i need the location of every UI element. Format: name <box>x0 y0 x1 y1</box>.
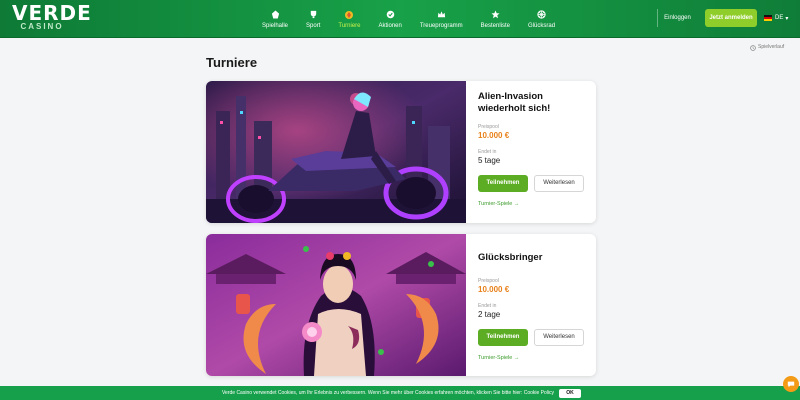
register-button[interactable]: Jetzt anmelden <box>705 9 757 27</box>
nav-label: Spielhalle <box>262 22 289 29</box>
tournament-title: Glücksbringer <box>478 252 543 263</box>
language-selector[interactable]: DE ▾ <box>764 12 788 24</box>
prize-pool-label: Preispool <box>478 124 499 130</box>
ends-in-label: Endet in <box>478 303 497 309</box>
tournament-games-link[interactable]: Turnier-Spiele → <box>478 201 519 207</box>
verde-casino-logo[interactable]: VERDE CASINO <box>12 1 92 34</box>
nav-label: Bestenliste <box>480 22 511 29</box>
ends-in-value: 5 tage <box>478 156 501 165</box>
live-chat-button[interactable] <box>783 376 799 392</box>
nav-label: Sport <box>306 22 321 29</box>
prize-pool-value: 10.000 € <box>478 131 510 140</box>
logo-subtitle: CASINO <box>20 22 64 31</box>
nav-item-treueprogramm[interactable]: Treueprogramm <box>420 6 463 34</box>
nav-item-sport[interactable]: Sport <box>306 6 320 34</box>
logo-wordmark: VERDE <box>12 1 92 25</box>
ends-in-label: Endet in <box>478 149 497 155</box>
join-button[interactable]: Teilnehmen <box>478 175 528 192</box>
top-header: VERDE CASINO Spielhalle Sport Turniere A… <box>0 0 800 38</box>
nav-item-bestenliste[interactable]: Bestenliste <box>481 6 510 34</box>
clock-icon <box>750 38 756 56</box>
tournament-info: Alien-Invasion wiederholt sich! Preispoo… <box>478 81 590 223</box>
read-more-button[interactable]: Weiterlesen <box>534 175 584 192</box>
tournament-info: Glücksbringer Preispool 10.000 € Endet i… <box>478 234 590 376</box>
tournament-banner-image[interactable] <box>206 234 466 376</box>
language-label: DE <box>775 15 784 21</box>
page-title: Turniere <box>206 55 258 70</box>
nav-item-spielhalle[interactable]: Spielhalle <box>262 6 288 34</box>
nav-item-aktionen[interactable]: Aktionen <box>379 6 402 34</box>
nav-label: Treueprogramm <box>419 22 463 29</box>
star-icon <box>490 10 500 20</box>
gift-icon <box>385 10 395 20</box>
crown-icon <box>436 10 446 20</box>
game-history-link[interactable]: Spielverlauf <box>750 42 784 52</box>
tournament-card: Glücksbringer Preispool 10.000 € Endet i… <box>206 234 596 376</box>
cookie-banner: Verde Casino verwendet Cookies, um Ihr E… <box>0 386 800 400</box>
chat-icon <box>787 375 795 393</box>
cookie-notice-text: Verde Casino verwendet Cookies, um Ihr E… <box>221 390 554 396</box>
tournament-title: Alien-Invasion wiederholt sich! <box>478 91 551 114</box>
tournament-games-link[interactable]: Turnier-Spiele → <box>478 355 519 361</box>
prize-pool-value: 10.000 € <box>478 285 510 294</box>
tournament-banner-image[interactable] <box>206 81 466 223</box>
german-flag-icon <box>764 15 772 21</box>
cookie-ok-button[interactable]: OK <box>559 389 581 398</box>
prize-pool-label: Preispool <box>478 278 499 284</box>
slot-machine-icon <box>270 10 280 20</box>
tournament-icon <box>344 10 354 20</box>
join-button[interactable]: Teilnehmen <box>478 329 528 346</box>
wheel-icon <box>537 10 547 20</box>
game-history-label: Spielverlauf <box>758 44 785 50</box>
chevron-down-icon: ▾ <box>785 15 789 22</box>
main-nav: Spielhalle Sport Turniere Aktionen Treue… <box>262 6 573 34</box>
trophy-icon <box>308 10 318 20</box>
nav-item-gluecksrad[interactable]: Glücksrad <box>528 6 555 34</box>
read-more-button[interactable]: Weiterlesen <box>534 329 584 346</box>
tournament-card: Alien-Invasion wiederholt sich! Preispoo… <box>206 81 596 223</box>
login-button[interactable]: Einloggen <box>657 9 697 27</box>
nav-label: Turniere <box>338 22 361 29</box>
nav-item-turniere[interactable]: Turniere <box>338 6 361 34</box>
nav-label: Aktionen <box>378 22 402 29</box>
ends-in-value: 2 tage <box>478 310 501 319</box>
nav-label: Glücksrad <box>528 22 556 29</box>
